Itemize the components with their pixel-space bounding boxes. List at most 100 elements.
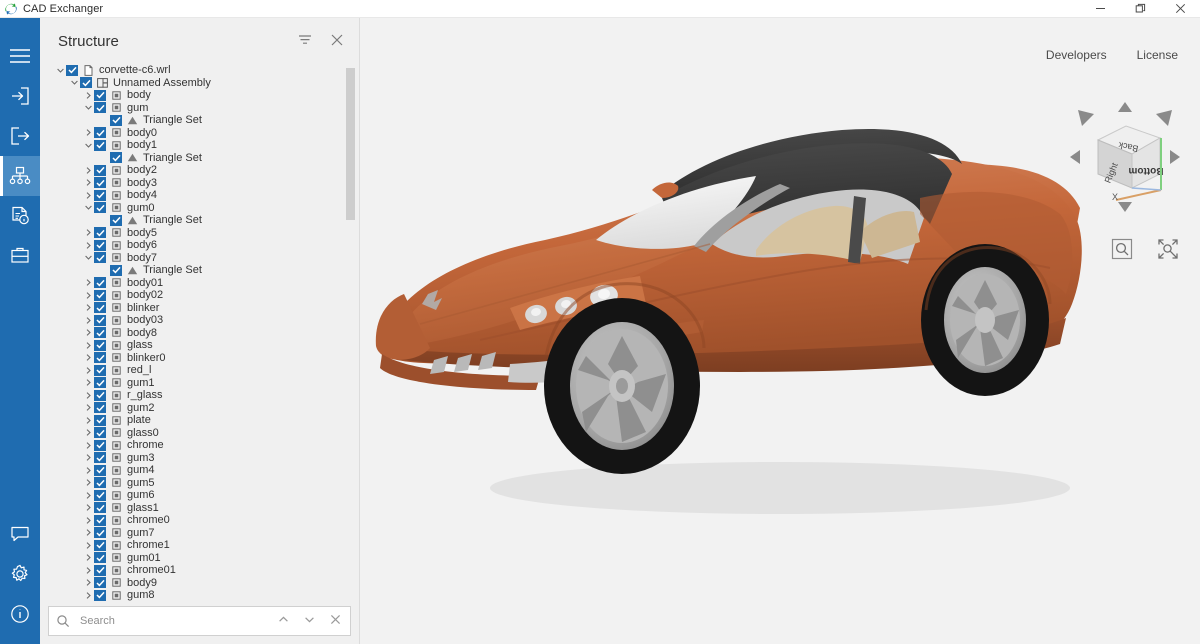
visibility-checkbox[interactable] [94,289,106,301]
tree-row[interactable]: corvette-c6.wrl [40,64,359,77]
tree-row[interactable]: red_l [40,364,359,377]
restore-button[interactable] [1120,0,1160,18]
chevron-right-icon[interactable] [82,589,94,601]
tree-row[interactable]: chrome1 [40,539,359,552]
visibility-checkbox[interactable] [94,402,106,414]
visibility-checkbox[interactable] [94,339,106,351]
tree-row[interactable]: blinker0 [40,352,359,365]
tree-row[interactable]: gum6 [40,489,359,502]
tree-row[interactable]: body8 [40,327,359,340]
import-button[interactable] [0,76,40,116]
tree-row[interactable]: glass [40,339,359,352]
visibility-checkbox[interactable] [94,564,106,576]
tree-row[interactable]: body03 [40,314,359,327]
search-prev-button[interactable] [270,608,296,634]
chevron-right-icon[interactable] [82,577,94,589]
tree-row[interactable]: body1 [40,139,359,152]
visibility-checkbox[interactable] [94,427,106,439]
chevron-right-icon[interactable] [82,452,94,464]
visibility-checkbox[interactable] [94,89,106,101]
visibility-checkbox[interactable] [94,139,106,151]
tree-row[interactable]: Triangle Set [40,114,359,127]
tree-row[interactable]: gum7 [40,527,359,540]
visibility-checkbox[interactable] [94,464,106,476]
tree-row[interactable]: gum [40,102,359,115]
properties-button[interactable] [0,196,40,236]
tree-row[interactable]: glass0 [40,427,359,440]
tree-row[interactable]: blinker [40,302,359,315]
visibility-checkbox[interactable] [94,577,106,589]
chevron-right-icon[interactable] [82,227,94,239]
settings-button[interactable] [0,554,40,594]
chevron-right-icon[interactable] [82,164,94,176]
chevron-down-icon[interactable] [68,77,80,89]
visibility-checkbox[interactable] [94,302,106,314]
tree-row[interactable]: body9 [40,577,359,590]
tree-row[interactable]: gum4 [40,464,359,477]
tree-row[interactable]: gum1 [40,377,359,390]
tree-row[interactable]: Triangle Set [40,264,359,277]
chevron-right-icon[interactable] [82,389,94,401]
chevron-right-icon[interactable] [82,564,94,576]
visibility-checkbox[interactable] [80,77,92,89]
chevron-right-icon[interactable] [82,377,94,389]
tree-row[interactable]: chrome [40,439,359,452]
tree-row[interactable]: gum2 [40,402,359,415]
tree-row[interactable]: body5 [40,227,359,240]
visibility-checkbox[interactable] [94,439,106,451]
visibility-checkbox[interactable] [94,202,106,214]
search-bar[interactable] [48,606,351,636]
visibility-checkbox[interactable] [94,364,106,376]
chevron-down-icon[interactable] [82,102,94,114]
tree-row[interactable]: gum0 [40,202,359,215]
hamburger-menu-button[interactable] [0,36,40,76]
visibility-checkbox[interactable] [94,177,106,189]
search-close-button[interactable] [322,608,348,634]
search-input[interactable] [80,615,270,627]
chevron-right-icon[interactable] [82,302,94,314]
chevron-right-icon[interactable] [82,314,94,326]
tree-row[interactable]: body0 [40,127,359,140]
tree-row[interactable]: body3 [40,177,359,190]
chevron-right-icon[interactable] [82,189,94,201]
close-button[interactable] [1160,0,1200,18]
tree-scrollbar-thumb[interactable] [346,68,355,220]
tree-row[interactable]: body2 [40,164,359,177]
chevron-down-icon[interactable] [54,64,66,76]
visibility-checkbox[interactable] [94,164,106,176]
chevron-right-icon[interactable] [82,527,94,539]
visibility-checkbox[interactable] [110,152,122,164]
visibility-checkbox[interactable] [94,477,106,489]
visibility-checkbox[interactable] [94,314,106,326]
visibility-checkbox[interactable] [94,502,106,514]
toolbox-button[interactable] [0,236,40,276]
chevron-right-icon[interactable] [82,89,94,101]
chevron-right-icon[interactable] [82,439,94,451]
chevron-right-icon[interactable] [82,289,94,301]
chevron-right-icon[interactable] [82,364,94,376]
tree-scrollbar[interactable] [346,64,355,606]
zoom-window-button[interactable] [1108,236,1136,264]
chevron-right-icon[interactable] [82,489,94,501]
visibility-checkbox[interactable] [94,327,106,339]
chevron-right-icon[interactable] [82,414,94,426]
chevron-right-icon[interactable] [82,177,94,189]
chevron-right-icon[interactable] [82,327,94,339]
tree-row[interactable]: Triangle Set [40,152,359,165]
license-link[interactable]: License [1137,48,1178,62]
tree-row[interactable]: body7 [40,252,359,265]
chevron-right-icon[interactable] [82,464,94,476]
export-button[interactable] [0,116,40,156]
visibility-checkbox[interactable] [94,539,106,551]
chevron-right-icon[interactable] [82,552,94,564]
visibility-checkbox[interactable] [94,589,106,601]
chevron-right-icon[interactable] [82,502,94,514]
fit-all-button[interactable] [1154,236,1182,264]
visibility-checkbox[interactable] [94,389,106,401]
chevron-down-icon[interactable] [82,202,94,214]
navigation-cube[interactable]: Back Right Bottom X [1064,96,1186,218]
visibility-checkbox[interactable] [94,127,106,139]
chevron-right-icon[interactable] [82,514,94,526]
tree-row[interactable]: Unnamed Assembly [40,77,359,90]
visibility-checkbox[interactable] [94,239,106,251]
